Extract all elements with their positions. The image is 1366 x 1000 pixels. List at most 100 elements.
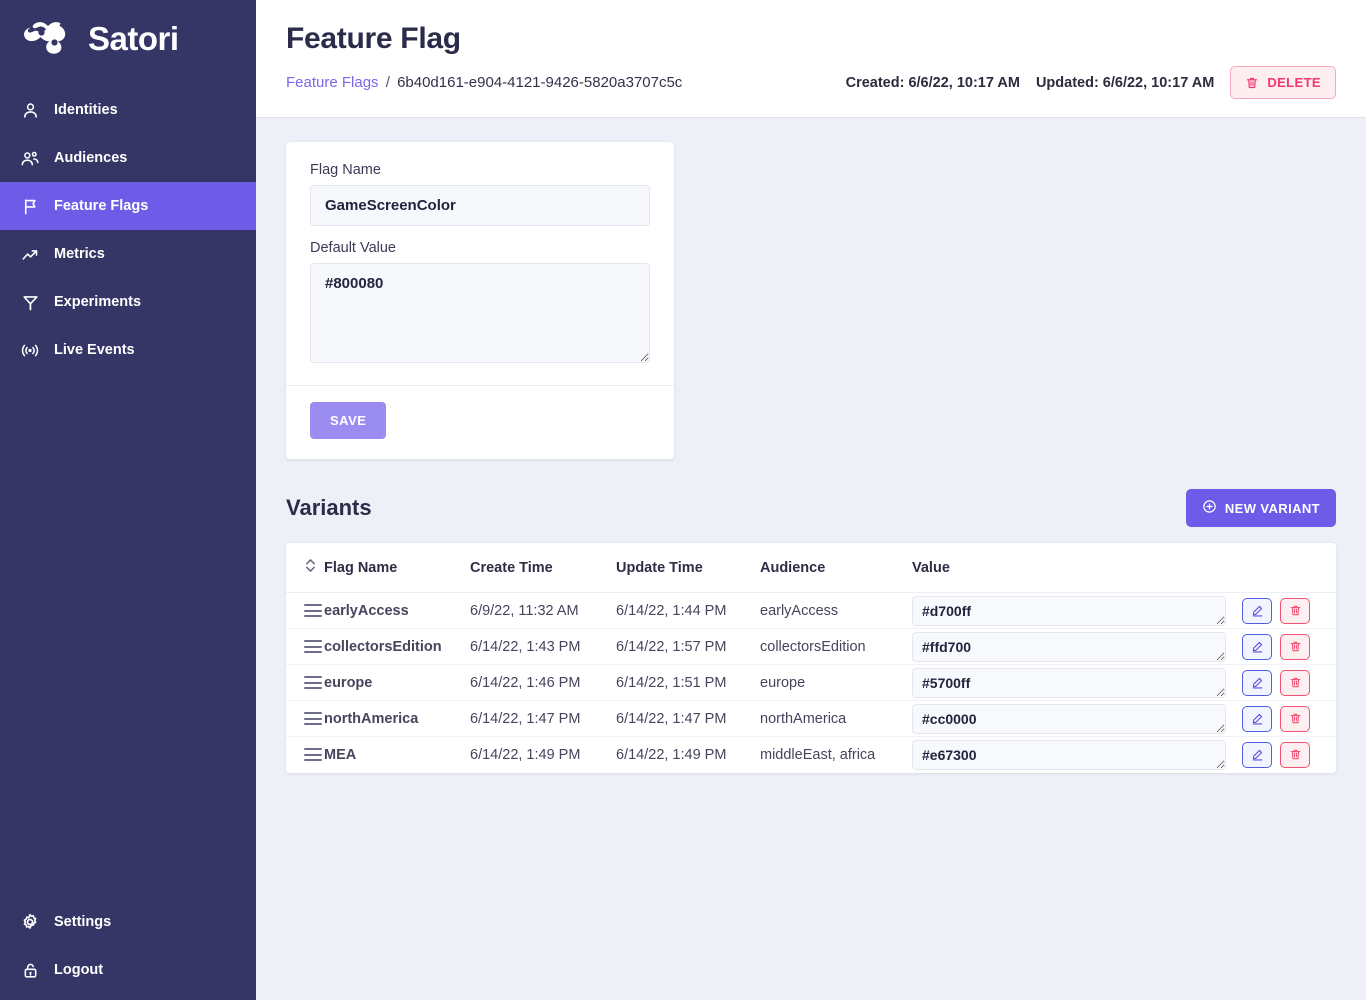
- cell-update-time: 6/14/22, 1:49 PM: [616, 736, 760, 773]
- drag-handle-icon[interactable]: [304, 712, 322, 725]
- cell-create-time: 6/14/22, 1:49 PM: [470, 736, 616, 773]
- sidebar-item-feature-flags[interactable]: Feature Flags: [0, 182, 256, 230]
- row-drag-cell[interactable]: [286, 628, 324, 665]
- drag-handle-icon[interactable]: [304, 640, 322, 653]
- cell-flag-name: europe: [324, 664, 470, 701]
- column-header-create-time[interactable]: Create Time: [470, 543, 616, 593]
- funnel-icon: [20, 292, 40, 312]
- sidebar-nav: Identities Audiences Feature Flags Metri…: [0, 86, 256, 374]
- cell-actions: [1242, 700, 1336, 737]
- cell-actions: [1242, 592, 1336, 629]
- app-root: Satori Identities Audiences Feature Flag…: [0, 0, 1366, 1000]
- edit-variant-button[interactable]: [1242, 705, 1272, 732]
- delete-button[interactable]: DELETE: [1230, 66, 1336, 99]
- drag-handle-icon[interactable]: [304, 604, 322, 617]
- edit-variant-button[interactable]: [1242, 669, 1272, 696]
- column-header-value[interactable]: Value: [912, 543, 1242, 593]
- cell-audience: europe: [760, 664, 912, 701]
- delete-variant-button[interactable]: [1280, 741, 1310, 768]
- sidebar-nav-bottom: Settings Logout: [0, 898, 256, 994]
- sidebar-item-label: Identities: [54, 102, 118, 118]
- sidebar-item-audiences[interactable]: Audiences: [0, 134, 256, 182]
- column-sort[interactable]: [286, 543, 324, 593]
- edit-variant-button[interactable]: [1242, 633, 1272, 660]
- cell-update-time: 6/14/22, 1:57 PM: [616, 628, 760, 665]
- default-value-label: Default Value: [310, 240, 396, 256]
- sidebar-item-label: Logout: [54, 962, 104, 978]
- created-timestamp: Created: 6/6/22, 10:17 AM: [845, 74, 1020, 91]
- delete-variant-button[interactable]: [1280, 669, 1310, 696]
- sidebar-item-logout[interactable]: Logout: [0, 946, 256, 994]
- cell-flag-name: earlyAccess: [324, 592, 470, 629]
- flag-form-footer: SAVE: [286, 385, 674, 459]
- sidebar-item-label: Audiences: [54, 150, 128, 166]
- delete-button-label: DELETE: [1267, 75, 1321, 90]
- flag-icon: [20, 196, 40, 216]
- row-drag-cell[interactable]: [286, 664, 324, 701]
- trash-icon: [1289, 604, 1302, 617]
- cell-value: #d700ff: [912, 592, 1242, 629]
- column-header-audience[interactable]: Audience: [760, 543, 912, 593]
- header-meta: Created: 6/6/22, 10:17 AM Updated: 6/6/2…: [846, 66, 1336, 99]
- satori-knot-logo-icon: [20, 18, 76, 58]
- brand[interactable]: Satori: [0, 0, 256, 80]
- sidebar-item-identities[interactable]: Identities: [0, 86, 256, 134]
- table-row: europe 6/14/22, 1:46 PM 6/14/22, 1:51 PM…: [286, 664, 1336, 701]
- page-content: Flag Name Default Value #800080 SAVE Var…: [256, 118, 1366, 1000]
- sidebar-item-settings[interactable]: Settings: [0, 898, 256, 946]
- flag-form-body: Flag Name Default Value #800080: [286, 142, 674, 385]
- row-drag-cell[interactable]: [286, 592, 324, 629]
- cell-flag-name: northAmerica: [324, 700, 470, 737]
- sidebar-item-live-events[interactable]: Live Events: [0, 326, 256, 374]
- breadcrumb-link-feature-flags[interactable]: Feature Flags: [286, 74, 379, 91]
- broadcast-icon: [20, 340, 40, 360]
- cell-update-time: 6/14/22, 1:44 PM: [616, 592, 760, 629]
- row-drag-cell[interactable]: [286, 700, 324, 737]
- breadcrumb-flag-id: 6b40d161-e904-4121-9426-5820a3707c5c: [397, 74, 683, 91]
- sidebar-item-metrics[interactable]: Metrics: [0, 230, 256, 278]
- trash-icon: [1289, 712, 1302, 725]
- column-header-actions: [1242, 543, 1336, 593]
- column-header-update-time[interactable]: Update Time: [616, 543, 760, 593]
- row-drag-cell[interactable]: [286, 736, 324, 773]
- variant-value-input[interactable]: #e67300: [912, 739, 1226, 770]
- sidebar-item-label: Metrics: [54, 246, 105, 262]
- users-icon: [20, 148, 40, 168]
- delete-variant-button[interactable]: [1280, 705, 1310, 732]
- cell-audience: northAmerica: [760, 700, 912, 737]
- trash-icon: [1289, 676, 1302, 689]
- sort-updown-icon[interactable]: [304, 557, 317, 578]
- edit-variant-button[interactable]: [1242, 741, 1272, 768]
- cell-flag-name: MEA: [324, 736, 470, 773]
- pencil-icon: [1251, 712, 1264, 725]
- pencil-icon: [1251, 604, 1264, 617]
- default-value-textarea[interactable]: #800080: [310, 263, 650, 363]
- new-variant-button[interactable]: NEW VARIANT: [1185, 489, 1336, 527]
- delete-variant-button[interactable]: [1280, 597, 1310, 624]
- drag-handle-icon[interactable]: [304, 748, 322, 762]
- cell-actions: [1242, 664, 1336, 701]
- flag-name-input[interactable]: [310, 185, 650, 226]
- drag-handle-icon[interactable]: [304, 676, 322, 689]
- header-subrow: Feature Flags / 6b40d161-e904-4121-9426-…: [286, 66, 1336, 99]
- cell-audience: collectorsEdition: [760, 628, 912, 665]
- cell-flag-name: collectorsEdition: [324, 628, 470, 665]
- column-header-flag-name[interactable]: Flag Name: [324, 543, 470, 593]
- save-button[interactable]: SAVE: [310, 402, 387, 439]
- edit-variant-button[interactable]: [1242, 597, 1272, 624]
- cell-value: #e67300: [912, 736, 1242, 773]
- brand-name: Satori: [88, 19, 179, 57]
- variants-title: Variants: [286, 495, 372, 520]
- sidebar-item-experiments[interactable]: Experiments: [0, 278, 256, 326]
- variant-value-input[interactable]: #ffd700: [912, 631, 1226, 662]
- lock-icon: [20, 960, 40, 980]
- variant-value-input[interactable]: #d700ff: [912, 595, 1226, 626]
- cell-create-time: 6/14/22, 1:43 PM: [470, 628, 616, 665]
- sidebar-item-label: Feature Flags: [54, 198, 149, 214]
- variant-value-input[interactable]: #cc0000: [912, 703, 1226, 734]
- delete-variant-button[interactable]: [1280, 633, 1310, 660]
- user-icon: [20, 100, 40, 120]
- page-header: Feature Flag Feature Flags / 6b40d161-e9…: [256, 0, 1366, 118]
- variant-value-input[interactable]: #5700ff: [912, 667, 1226, 698]
- gear-icon: [20, 912, 40, 932]
